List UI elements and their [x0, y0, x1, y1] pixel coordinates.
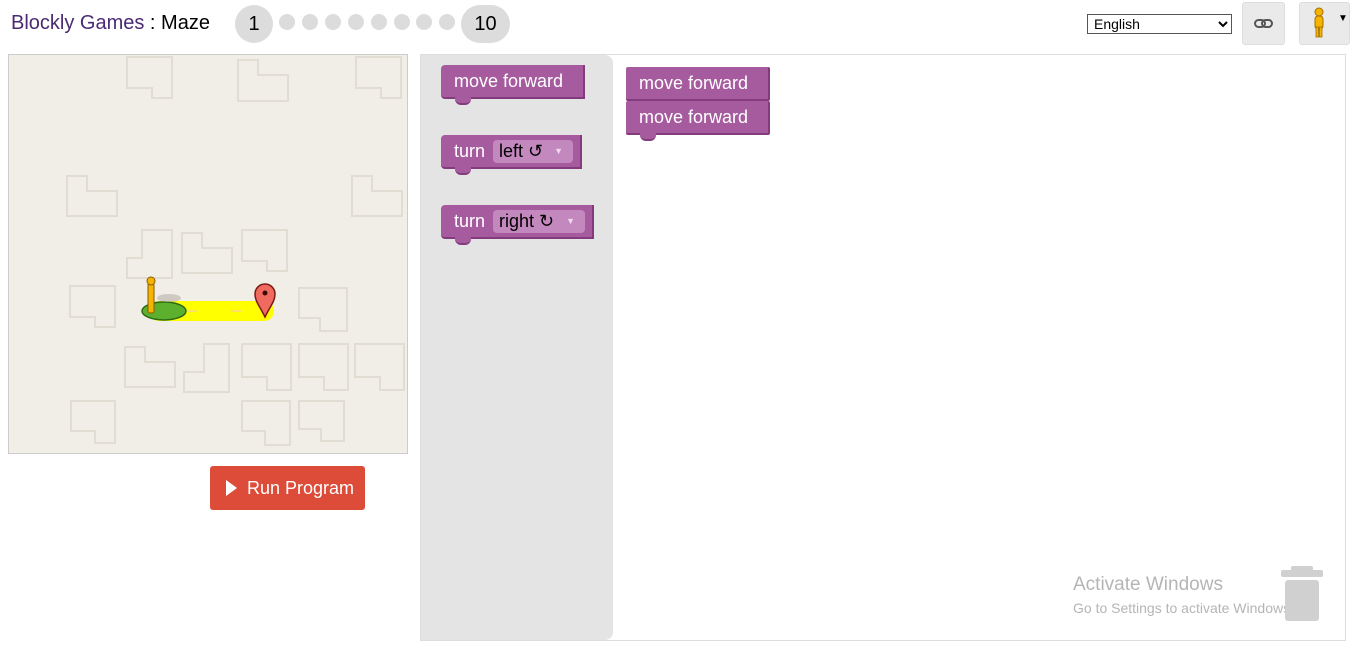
page-title: Blockly Games : Maze	[11, 12, 210, 35]
direction-dropdown[interactable]: right ↻ ▼	[493, 210, 585, 233]
level-dot[interactable]	[279, 14, 295, 30]
block-label: turn	[454, 141, 486, 161]
block-label: move forward	[454, 71, 564, 91]
direction-dropdown[interactable]: left ↺ ▼	[493, 140, 573, 163]
level-dot[interactable]	[302, 14, 318, 30]
maze-tiles	[66, 56, 405, 446]
toolbox-flyout[interactable]: move forward turn left ↺ ▼ turn right ↻ ▼	[421, 55, 613, 640]
dropdown-arrow-icon: ▼	[554, 146, 563, 156]
play-icon	[226, 480, 237, 496]
watermark-title: Activate Windows	[1073, 574, 1223, 595]
watermark-subtitle: Go to Settings to activate Windows.	[1073, 600, 1294, 616]
workspace-block-move-forward[interactable]: move forward	[626, 67, 770, 101]
pegman-button[interactable]: ▼	[1299, 2, 1350, 45]
chevron-down-icon: ▼	[1338, 13, 1348, 24]
link-button[interactable]	[1242, 2, 1285, 45]
level-dot[interactable]	[394, 14, 410, 30]
title-separator: :	[144, 12, 162, 34]
blockly-editor[interactable]: move forward turn left ↺ ▼ turn right ↻ ▼ …	[420, 54, 1346, 641]
run-program-button[interactable]: Run Program	[210, 466, 365, 510]
run-program-label: Run Program	[247, 478, 355, 498]
dropdown-value: right ↻	[499, 211, 555, 231]
level-dot[interactable]	[416, 14, 432, 30]
maze-display	[8, 54, 408, 454]
level-dot[interactable]	[348, 14, 364, 30]
level-1-button[interactable]: 1	[235, 5, 273, 43]
game-name: Maze	[161, 12, 210, 34]
block-label: move forward	[639, 107, 749, 127]
header: Blockly Games : Maze 1 10 English ▼	[0, 0, 1366, 50]
toolbox-block-turn-right[interactable]: turn right ↻ ▼	[441, 205, 594, 245]
block-label: turn	[454, 211, 486, 231]
level-dot[interactable]	[325, 14, 341, 30]
link-icon	[1254, 19, 1273, 28]
activate-windows-watermark: Activate Windows Go to Settings to activ…	[1073, 574, 1294, 616]
dropdown-value: left ↺	[499, 141, 544, 161]
app-name-link[interactable]: Blockly Games	[11, 12, 144, 34]
toolbox-block-turn-left[interactable]: turn left ↺ ▼	[441, 135, 582, 175]
pegman-start-icon	[141, 276, 187, 321]
workspace-block-move-forward[interactable]: move forward	[626, 101, 770, 141]
block-label: move forward	[639, 73, 749, 93]
level-10-button[interactable]: 10	[461, 5, 510, 43]
language-select[interactable]: English	[1087, 14, 1232, 34]
level-dot[interactable]	[371, 14, 387, 30]
pegman-icon	[1314, 7, 1324, 38]
toolbox-block-move-forward[interactable]: move forward	[441, 65, 585, 105]
level-dot[interactable]	[439, 14, 455, 30]
dropdown-arrow-icon: ▼	[566, 216, 575, 226]
trash-icon[interactable]	[1281, 566, 1323, 622]
